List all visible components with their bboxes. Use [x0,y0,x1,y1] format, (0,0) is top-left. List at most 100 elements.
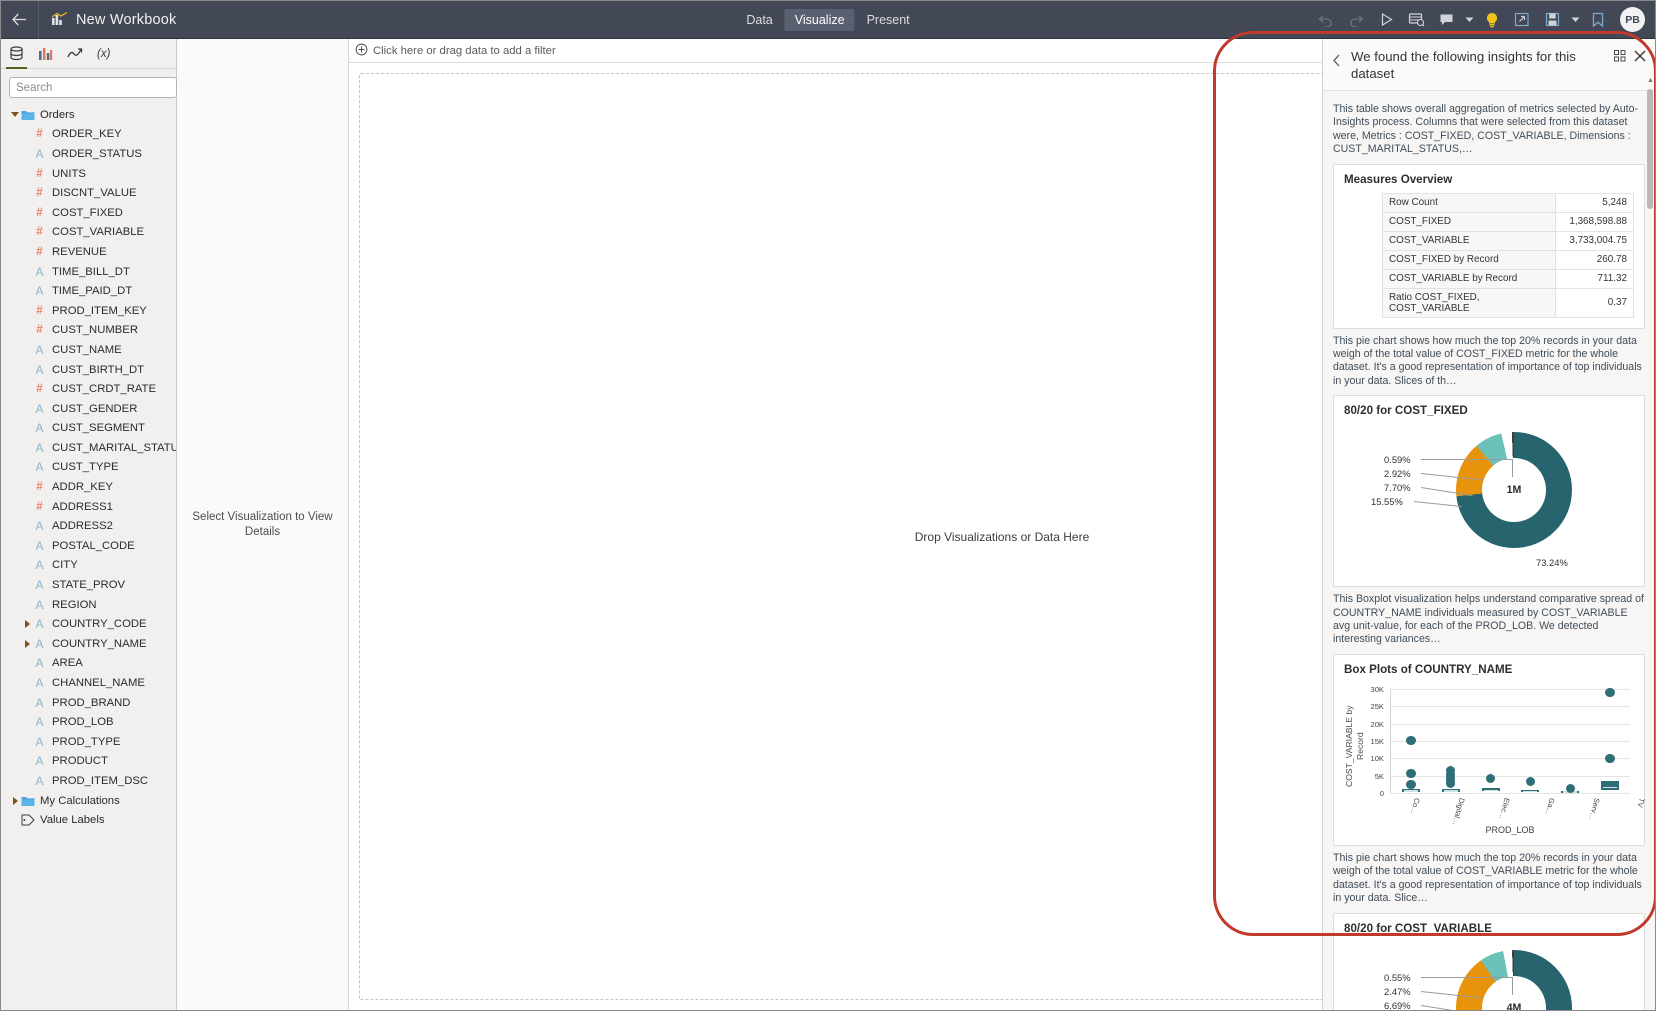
tree-item-label: ADDR_KEY [52,481,113,494]
insight-card-boxplots[interactable]: Box Plots of COUNTRY_NAME COST_VARIABLE … [1333,653,1646,846]
insight-card-8020-cost-fixed[interactable]: 80/20 for COST_FIXED 1M 0.59% 2.92% 7.70… [1333,395,1645,588]
tree-field-postal_code[interactable]: A POSTAL_CODE [1,536,176,556]
tree-field-prod_type[interactable]: A PROD_TYPE [1,732,176,752]
tree-item-label: DISCNT_VALUE [52,187,137,200]
donut-label-0: 0.55% [1384,971,1411,983]
scrollbar-thumb[interactable] [1647,89,1653,209]
tree-field-value labels[interactable]: Value Labels [1,810,176,830]
tree-field-channel_name[interactable]: A CHANNEL_NAME [1,673,176,693]
grid-layout-icon[interactable] [1613,49,1627,63]
tree-field-prod_item_dsc[interactable]: A PROD_ITEM_DSC [1,771,176,791]
application-window: New Workbook Data Visualize Present PB (… [0,0,1656,1011]
measure-value-cell: 5,248 [1555,192,1634,213]
insights-bulb-icon[interactable] [1478,6,1506,34]
tree-field-addr_key[interactable]: # ADDR_KEY [1,477,176,497]
user-avatar[interactable]: PB [1620,7,1645,32]
tab-data[interactable]: Data [736,9,782,31]
tree-field-cust_name[interactable]: A CUST_NAME [1,340,176,360]
tree-field-time_paid_dt[interactable]: A TIME_PAID_DT [1,281,176,301]
tree-field-city[interactable]: A CITY [1,556,176,576]
present-mode-icon[interactable] [1508,6,1536,34]
tree-field-cust_type[interactable]: A CUST_TYPE [1,458,176,478]
tree-field-prod_item_key[interactable]: # PROD_ITEM_KEY [1,301,176,321]
tree-field-time_bill_dt[interactable]: A TIME_BILL_DT [1,262,176,282]
insight-card-measures-overview[interactable]: Measures Overview Row Count 5,248 COST_FIX… [1333,163,1645,329]
tree-field-order_status[interactable]: A ORDER_STATUS [1,144,176,164]
donut-label-3: 15.55% [1371,496,1403,508]
close-icon[interactable] [1633,49,1647,63]
tree-field-prod_lob[interactable]: A PROD_LOB [1,712,176,732]
insight-card-8020-cost-variable[interactable]: 80/20 for COST_VARIABLE 4M 0.55% 2.47% 6… [1333,912,1645,1010]
refresh-data-icon[interactable] [1402,6,1430,34]
caret-right-icon[interactable] [21,620,33,629]
boxplot-outlier [1406,779,1416,790]
y-tick-label: 30K [1370,684,1384,694]
y-tick-label: 5K [1374,771,1384,781]
back-button[interactable] [1,1,39,39]
tree-field-cust_crdt_rate[interactable]: # CUST_CRDT_RATE [1,379,176,399]
tree-field-cust_segment[interactable]: A CUST_SEGMENT [1,419,176,439]
insights-title: We found the following insights for this… [1351,49,1576,81]
tree-item-label: ORDER_STATUS [52,147,142,160]
attribute-a-icon: A [35,715,44,730]
tree-field-cust_birth_dt[interactable]: A CUST_BIRTH_DT [1,360,176,380]
boxplot-outlier [1406,768,1416,778]
scroll-up-arrow[interactable]: ▲ [1647,77,1654,84]
tree-field-address1[interactable]: # ADDRESS1 [1,497,176,517]
tree-folder-my-calculations[interactable]: My Calculations [1,791,176,811]
undo-icon[interactable] [1312,6,1340,34]
tree-field-cust_marital_statu…[interactable]: A CUST_MARITAL_STATU… [1,438,176,458]
caret-right-icon[interactable] [21,639,33,648]
insights-scrollbar[interactable]: ▲ [1646,77,1654,1008]
tree-field-revenue[interactable]: # REVENUE [1,242,176,262]
tree-field-country_code[interactable]: A COUNTRY_CODE [1,614,176,634]
calculations-tab[interactable]: (x) [97,39,110,69]
bookmark-icon[interactable] [1584,6,1612,34]
measure-name-cell: Row Count [1382,192,1556,213]
measure-name-cell: COST_VARIABLE [1382,230,1556,251]
tree-field-state_prov[interactable]: A STATE_PROV [1,575,176,595]
insight-paragraph-4: This pie chart shows how much the top 20… [1333,851,1642,905]
run-play-icon[interactable] [1372,6,1400,34]
tab-visualize[interactable]: Visualize [784,8,855,31]
visualizations-tab[interactable] [38,39,53,69]
tab-present[interactable]: Present [857,9,920,31]
tree-item-label: REGION [52,598,97,611]
tree-field-units[interactable]: # UNITS [1,164,176,184]
tree-field-region[interactable]: A REGION [1,595,176,615]
auto-insights-panel: We found the following insights for this… [1322,39,1655,1010]
search-input[interactable] [9,77,177,98]
measure-hash-icon: # [36,167,43,180]
tree-field-discnt_value[interactable]: # DISCNT_VALUE [1,183,176,203]
caret-right-icon[interactable] [9,796,21,805]
tree-field-prod_brand[interactable]: A PROD_BRAND [1,693,176,713]
chevron-left-icon[interactable] [1327,49,1345,71]
boxplot-box [1601,780,1620,791]
save-dropdown-icon[interactable] [1568,6,1582,34]
tree-folder-orders[interactable]: Orders [1,105,176,125]
x-tick-label: Ga… [1543,796,1557,816]
analytics-tab[interactable] [67,39,83,69]
donut-label-4: 73.24% [1536,557,1568,569]
notes-icon[interactable] [1432,6,1460,34]
save-icon[interactable] [1538,6,1566,34]
left-data-panel: (x) Orders#ORDER_KEYAORDER_STATUS#UNITS#… [1,39,199,1010]
tree-field-address2[interactable]: A ADDRESS2 [1,516,176,536]
tree-field-area[interactable]: A AREA [1,654,176,674]
tree-item-label: CHANNEL_NAME [52,677,145,690]
tree-field-cost_fixed[interactable]: # COST_FIXED [1,203,176,223]
donut-center-label: 1M [1482,458,1546,523]
tree-field-cust_number[interactable]: # CUST_NUMBER [1,321,176,341]
tree-field-product[interactable]: A PRODUCT [1,752,176,772]
tree-field-cost_variable[interactable]: # COST_VARIABLE [1,223,176,243]
data-tab[interactable] [6,39,27,69]
insights-scroll-body[interactable]: This table shows overall aggregation of … [1323,91,1655,1010]
notes-dropdown-icon[interactable] [1462,6,1476,34]
add-filter-icon[interactable] [355,43,371,59]
attribute-a-icon: A [35,538,44,553]
tree-field-order_key[interactable]: # ORDER_KEY [1,125,176,145]
tree-field-cust_gender[interactable]: A CUST_GENDER [1,399,176,419]
tree-field-country_name[interactable]: A COUNTRY_NAME [1,634,176,654]
caret-down-icon[interactable] [9,112,21,118]
redo-icon[interactable] [1342,6,1370,34]
